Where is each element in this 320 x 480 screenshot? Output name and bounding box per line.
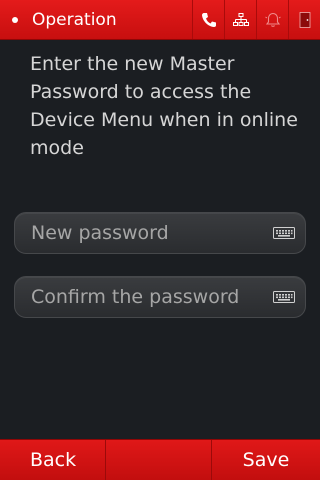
header-bar: Operation (0, 0, 320, 40)
network-icon (232, 12, 249, 26)
alarm-bell-icon (264, 12, 281, 27)
keyboard-icon[interactable] (273, 291, 295, 303)
keyboard-icon[interactable] (273, 227, 295, 239)
phone-icon (201, 12, 216, 27)
exit-button[interactable] (288, 0, 320, 39)
confirm-password-placeholder: Confirm the password (31, 286, 240, 308)
new-password-field[interactable]: New password (14, 212, 306, 254)
door-exit-icon (299, 11, 310, 28)
header-title-area: Operation (0, 0, 192, 39)
footer-empty-slot (106, 440, 212, 480)
confirm-password-field[interactable]: Confirm the password (14, 276, 306, 318)
screen: Operation Enter the new Master Password … (0, 0, 320, 480)
status-dot-icon (12, 16, 18, 23)
footer-bar: Back Save (0, 439, 320, 480)
back-button[interactable]: Back (0, 440, 106, 480)
new-password-placeholder: New password (31, 222, 169, 244)
page-title: Operation (32, 9, 117, 30)
alarm-button[interactable] (256, 0, 288, 39)
network-button[interactable] (224, 0, 256, 39)
save-button[interactable]: Save (212, 440, 320, 480)
phone-button[interactable] (192, 0, 224, 39)
instruction-text: Enter the new Master Password to access … (30, 53, 298, 159)
